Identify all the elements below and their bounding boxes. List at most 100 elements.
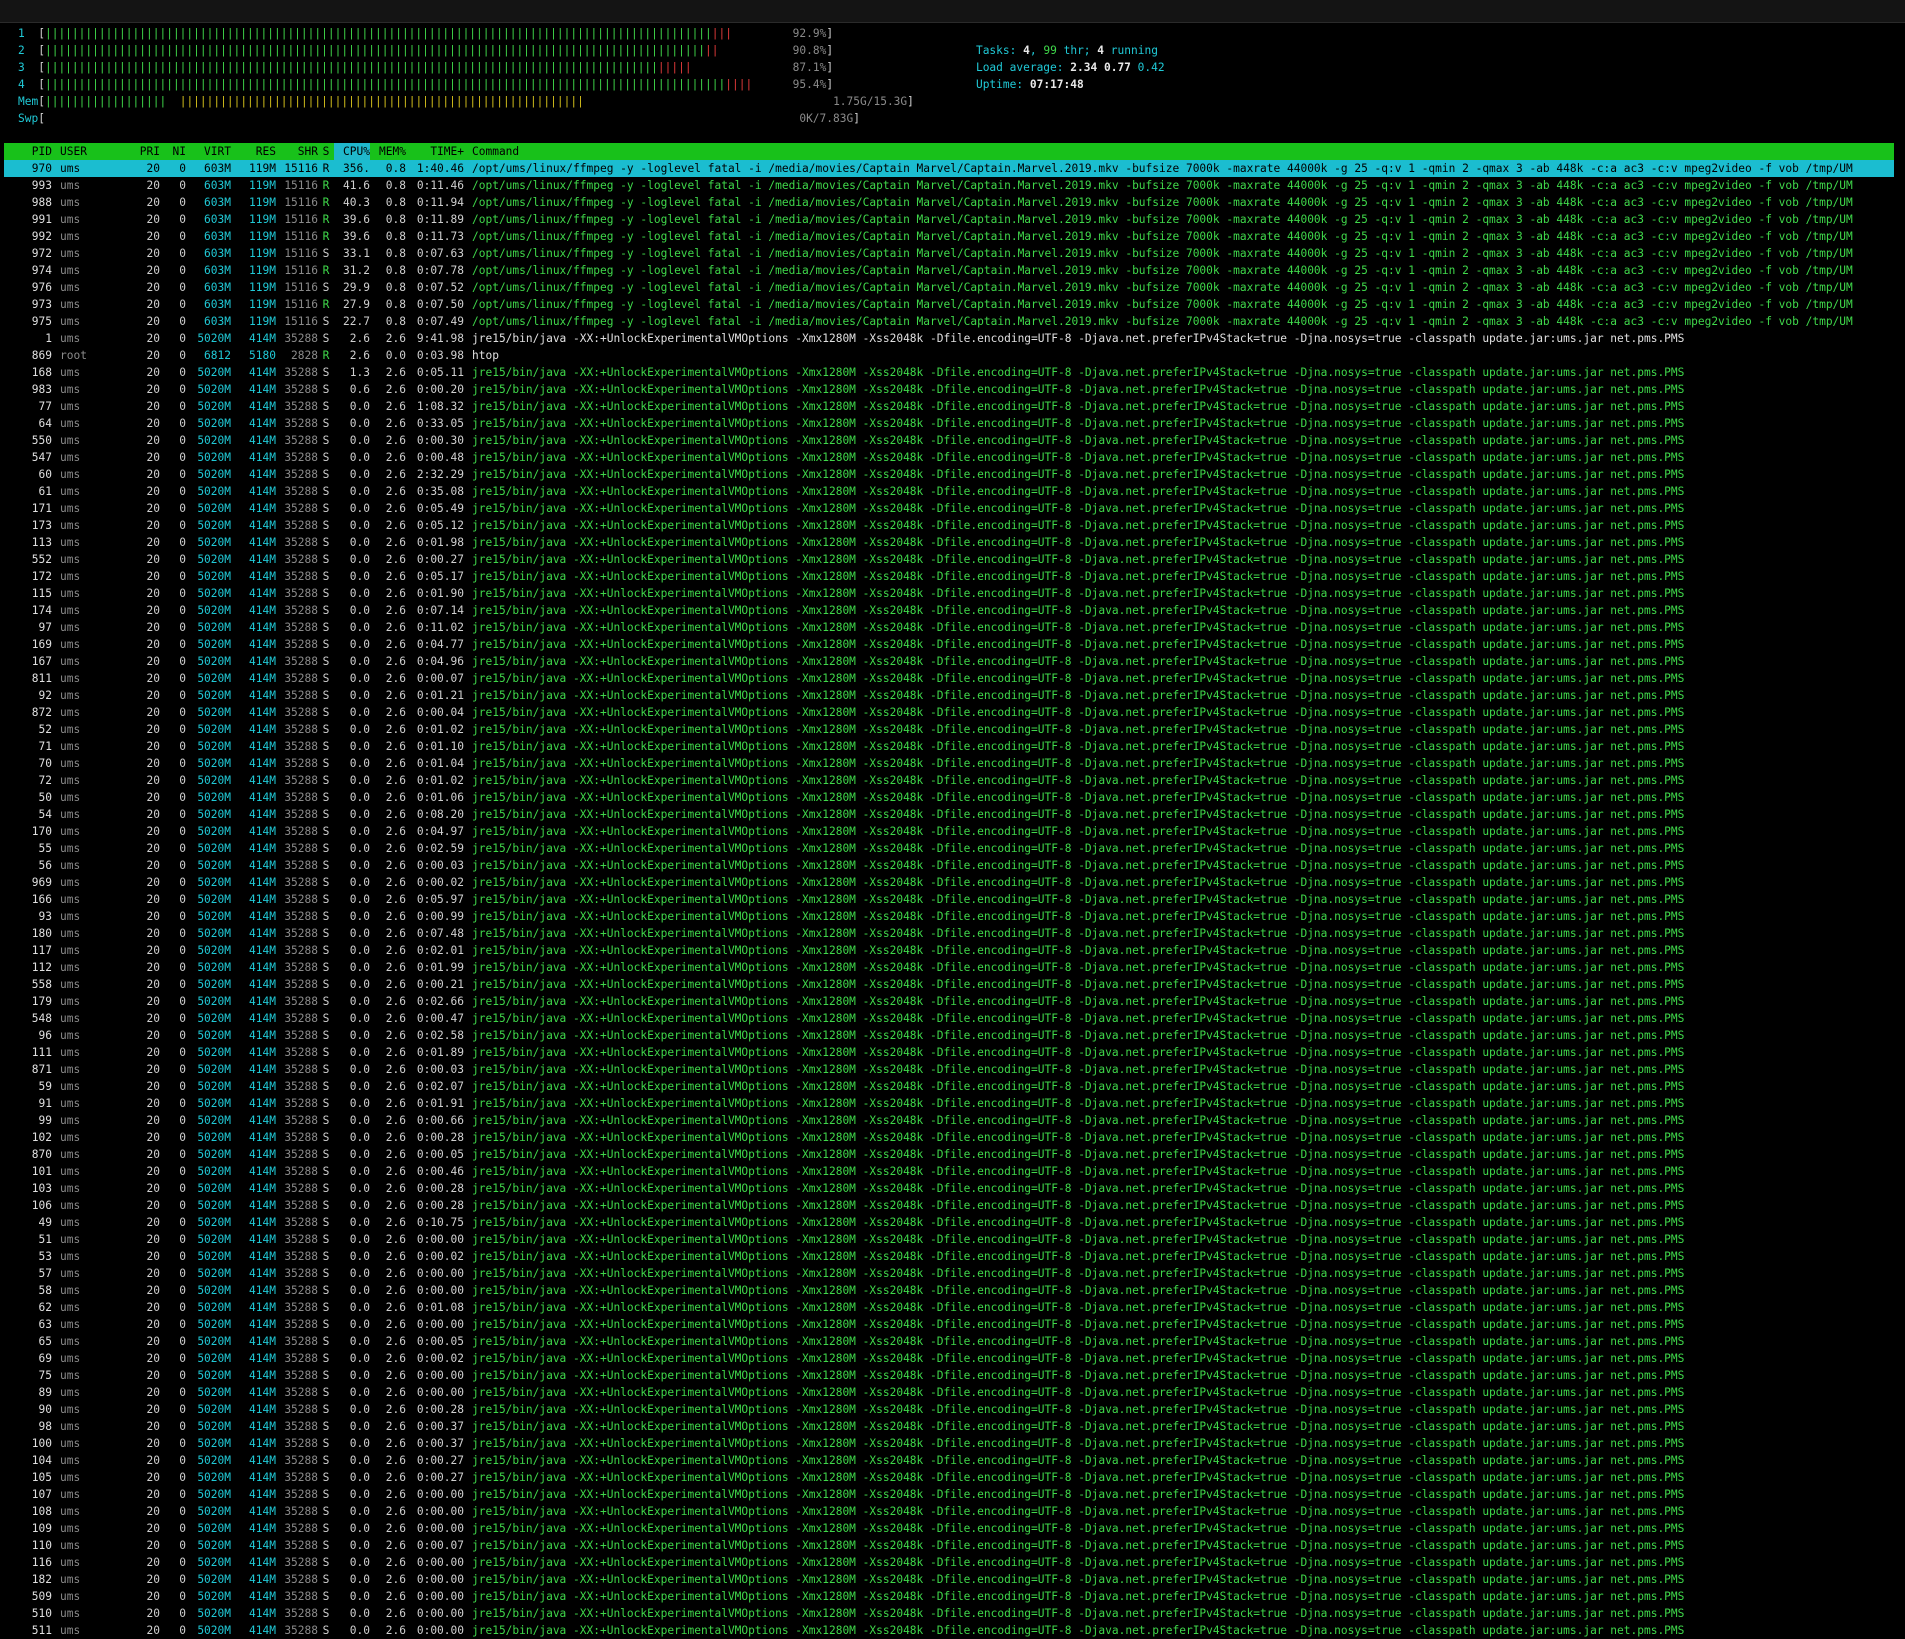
process-row[interactable]: 56 ums 20 0 5020M 414M 35288 S 0.0 2.6 0:00.03 jre1… [4, 857, 1894, 874]
col-pid[interactable]: PID [4, 143, 52, 160]
process-row[interactable]: 870 ums 20 0 5020M 414M 35288 S 0.0 2.6 0:00.05 jre… [4, 1146, 1894, 1163]
process-row[interactable]: 107 ums 20 0 5020M 414M 35288 S 0.0 2.6 0:00.00 jre… [4, 1486, 1894, 1503]
col-virt[interactable]: VIRT [186, 143, 231, 160]
process-row[interactable]: 112 ums 20 0 5020M 414M 35288 S 0.0 2.6 0:01.99 jre… [4, 959, 1894, 976]
process-row[interactable]: 101 ums 20 0 5020M 414M 35288 S 0.0 2.6 0:00.46 jre… [4, 1163, 1894, 1180]
process-row[interactable]: 811 ums 20 0 5020M 414M 35288 S 0.0 2.6 0:00.07 jre… [4, 670, 1894, 687]
process-row[interactable]: 168 ums 20 0 5020M 414M 35288 S 1.3 2.6 0:05.11 jre… [4, 364, 1894, 381]
col-user[interactable]: USER [52, 143, 130, 160]
process-row[interactable]: 993 ums 20 0 603M 119M 15116 R 41.6 0.8 0:11.46/op… [4, 177, 1894, 194]
process-row[interactable]: 117 ums 20 0 5020M 414M 35288 S 0.0 2.6 0:02.01 jre… [4, 942, 1894, 959]
col-ni[interactable]: NI [160, 143, 186, 160]
process-row[interactable]: 547 ums 20 0 5020M 414M 35288 S 0.0 2.6 0:00.48 jre… [4, 449, 1894, 466]
process-row[interactable]: 90 ums 20 0 5020M 414M 35288 S 0.0 2.6 0:00.28 jre1… [4, 1401, 1894, 1418]
process-row[interactable]: 108 ums 20 0 5020M 414M 35288 S 0.0 2.6 0:00.00 jre… [4, 1503, 1894, 1520]
col-state[interactable]: S [318, 143, 334, 160]
process-row[interactable]: 550 ums 20 0 5020M 414M 35288 S 0.0 2.6 0:00.30 jre… [4, 432, 1894, 449]
col-cpu-sorted[interactable]: CPU% [334, 143, 370, 160]
process-row[interactable]: 972 ums 20 0 603M 119M 15116 S 33.1 0.8 0:07.63/op… [4, 245, 1894, 262]
process-row[interactable]: 179 ums 20 0 5020M 414M 35288 S 0.0 2.6 0:02.66 jre… [4, 993, 1894, 1010]
process-row[interactable]: 53 ums 20 0 5020M 414M 35288 S 0.0 2.6 0:00.02 jre1… [4, 1248, 1894, 1265]
process-row[interactable]: 60 ums 20 0 5020M 414M 35288 S 0.0 2.6 2:32.29 jre1… [4, 466, 1894, 483]
col-time[interactable]: TIME+ [406, 143, 464, 160]
process-row[interactable]: 62 ums 20 0 5020M 414M 35288 S 0.0 2.6 0:01.08 jre1… [4, 1299, 1894, 1316]
process-row[interactable]: 69 ums 20 0 5020M 414M 35288 S 0.0 2.6 0:00.02 jre1… [4, 1350, 1894, 1367]
process-row[interactable]: 975 ums 20 0 603M 119M 15116 S 22.7 0.8 0:07.49/op… [4, 313, 1894, 330]
process-row[interactable]: 110 ums 20 0 5020M 414M 35288 S 0.0 2.6 0:00.07 jre… [4, 1537, 1894, 1554]
process-row[interactable]: 93 ums 20 0 5020M 414M 35288 S 0.0 2.6 0:00.99 jre1… [4, 908, 1894, 925]
process-row[interactable]: 869 root 20 0 6812 5180 2828 R 2.6 0.0 0:03.98 htop [4, 347, 1894, 364]
process-row[interactable]: 976 ums 20 0 603M 119M 15116 S 29.9 0.8 0:07.52/op… [4, 279, 1894, 296]
process-row[interactable]: 97 ums 20 0 5020M 414M 35288 S 0.0 2.6 0:11.02 jre1… [4, 619, 1894, 636]
process-row[interactable]: 171 ums 20 0 5020M 414M 35288 S 0.0 2.6 0:05.49 jre… [4, 500, 1894, 517]
process-row[interactable]: 111 ums 20 0 5020M 414M 35288 S 0.0 2.6 0:01.89 jre… [4, 1044, 1894, 1061]
col-pri[interactable]: PRI [130, 143, 160, 160]
process-row[interactable]: 116 ums 20 0 5020M 414M 35288 S 0.0 2.6 0:00.00 jre… [4, 1554, 1894, 1571]
process-row[interactable]: 64 ums 20 0 5020M 414M 35288 S 0.0 2.6 0:33.05 jre1… [4, 415, 1894, 432]
process-row[interactable]: 172 ums 20 0 5020M 414M 35288 S 0.0 2.6 0:05.17 jre… [4, 568, 1894, 585]
process-row-selected[interactable]: 970 ums 20 0 603M 119M 15116 R 356. 0.8 1:40.46/op… [4, 160, 1894, 177]
process-row[interactable]: 52 ums 20 0 5020M 414M 35288 S 0.0 2.6 0:01.02 jre1… [4, 721, 1894, 738]
process-row[interactable]: 51 ums 20 0 5020M 414M 35288 S 0.0 2.6 0:00.00 jre1… [4, 1231, 1894, 1248]
process-row[interactable]: 65 ums 20 0 5020M 414M 35288 S 0.0 2.6 0:00.05 jre1… [4, 1333, 1894, 1350]
col-mem[interactable]: MEM% [370, 143, 406, 160]
process-row[interactable]: 57 ums 20 0 5020M 414M 35288 S 0.0 2.6 0:00.00 jre1… [4, 1265, 1894, 1282]
process-row[interactable]: 54 ums 20 0 5020M 414M 35288 S 0.0 2.6 0:08.20 jre1… [4, 806, 1894, 823]
process-row[interactable]: 89 ums 20 0 5020M 414M 35288 S 0.0 2.6 0:00.00 jre1… [4, 1384, 1894, 1401]
process-row[interactable]: 91 ums 20 0 5020M 414M 35288 S 0.0 2.6 0:01.91 jre1… [4, 1095, 1894, 1112]
col-res[interactable]: RES [231, 143, 276, 160]
process-row[interactable]: 55 ums 20 0 5020M 414M 35288 S 0.0 2.6 0:02.59 jre1… [4, 840, 1894, 857]
process-row[interactable]: 102 ums 20 0 5020M 414M 35288 S 0.0 2.6 0:00.28 jre… [4, 1129, 1894, 1146]
process-row[interactable]: 973 ums 20 0 603M 119M 15116 R 27.9 0.8 0:07.50/op… [4, 296, 1894, 313]
process-row[interactable]: 174 ums 20 0 5020M 414M 35288 S 0.0 2.6 0:07.14 jre… [4, 602, 1894, 619]
process-row[interactable]: 992 ums 20 0 603M 119M 15116 R 39.6 0.8 0:11.73/op… [4, 228, 1894, 245]
process-row[interactable]: 99 ums 20 0 5020M 414M 35288 S 0.0 2.6 0:00.66 jre1… [4, 1112, 1894, 1129]
process-row[interactable]: 49 ums 20 0 5020M 414M 35288 S 0.0 2.6 0:10.75 jre1… [4, 1214, 1894, 1231]
process-row[interactable]: 75 ums 20 0 5020M 414M 35288 S 0.0 2.6 0:00.00 jre1… [4, 1367, 1894, 1384]
process-row[interactable]: 983 ums 20 0 5020M 414M 35288 S 0.6 2.6 0:00.20 jre… [4, 381, 1894, 398]
process-row[interactable]: 109 ums 20 0 5020M 414M 35288 S 0.0 2.6 0:00.00 jre… [4, 1520, 1894, 1537]
process-row[interactable]: 974 ums 20 0 603M 119M 15116 R 31.2 0.8 0:07.78/op… [4, 262, 1894, 279]
process-row[interactable]: 510 ums 20 0 5020M 414M 35288 S 0.0 2.6 0:00.00 jre… [4, 1605, 1894, 1622]
process-row[interactable]: 511 ums 20 0 5020M 414M 35288 S 0.0 2.6 0:00.00 jre… [4, 1622, 1894, 1639]
process-row[interactable]: 173 ums 20 0 5020M 414M 35288 S 0.0 2.6 0:05.12 jre… [4, 517, 1894, 534]
process-row[interactable]: 70 ums 20 0 5020M 414M 35288 S 0.0 2.6 0:01.04 jre1… [4, 755, 1894, 772]
process-row[interactable]: 872 ums 20 0 5020M 414M 35288 S 0.0 2.6 0:00.04 jre… [4, 704, 1894, 721]
process-row[interactable]: 71 ums 20 0 5020M 414M 35288 S 0.0 2.6 0:01.10 jre1… [4, 738, 1894, 755]
process-row[interactable]: 166 ums 20 0 5020M 414M 35288 S 0.0 2.6 0:05.97 jre… [4, 891, 1894, 908]
process-row[interactable]: 50 ums 20 0 5020M 414M 35288 S 0.0 2.6 0:01.06 jre1… [4, 789, 1894, 806]
process-row[interactable]: 548 ums 20 0 5020M 414M 35288 S 0.0 2.6 0:00.47 jre… [4, 1010, 1894, 1027]
process-table-header[interactable]: PID USER PRI NI VIRT RES SHR S CPU% MEM% TIME+ Comm… [4, 143, 1894, 160]
process-row[interactable]: 182 ums 20 0 5020M 414M 35288 S 0.0 2.6 0:00.00 jre… [4, 1571, 1894, 1588]
process-row[interactable]: 59 ums 20 0 5020M 414M 35288 S 0.0 2.6 0:02.07 jre1… [4, 1078, 1894, 1095]
process-row[interactable]: 115 ums 20 0 5020M 414M 35288 S 0.0 2.6 0:01.90 jre… [4, 585, 1894, 602]
process-row[interactable]: 180 ums 20 0 5020M 414M 35288 S 0.0 2.6 0:07.48 jre… [4, 925, 1894, 942]
process-row[interactable]: 72 ums 20 0 5020M 414M 35288 S 0.0 2.6 0:01.02 jre1… [4, 772, 1894, 789]
process-row[interactable]: 106 ums 20 0 5020M 414M 35288 S 0.0 2.6 0:00.28 jre… [4, 1197, 1894, 1214]
process-row[interactable]: 509 ums 20 0 5020M 414M 35288 S 0.0 2.6 0:00.00 jre… [4, 1588, 1894, 1605]
process-row[interactable]: 113 ums 20 0 5020M 414M 35288 S 0.0 2.6 0:01.98 jre… [4, 534, 1894, 551]
process-row[interactable]: 103 ums 20 0 5020M 414M 35288 S 0.0 2.6 0:00.28 jre… [4, 1180, 1894, 1197]
process-row[interactable]: 92 ums 20 0 5020M 414M 35288 S 0.0 2.6 0:01.21 jre1… [4, 687, 1894, 704]
process-row[interactable]: 988 ums 20 0 603M 119M 15116 R 40.3 0.8 0:11.94/op… [4, 194, 1894, 211]
process-row[interactable]: 61 ums 20 0 5020M 414M 35288 S 0.0 2.6 0:35.08 jre1… [4, 483, 1894, 500]
process-row[interactable]: 170 ums 20 0 5020M 414M 35288 S 0.0 2.6 0:04.97 jre… [4, 823, 1894, 840]
process-row[interactable]: 558 ums 20 0 5020M 414M 35288 S 0.0 2.6 0:00.21 jre… [4, 976, 1894, 993]
process-row[interactable]: 871 ums 20 0 5020M 414M 35288 S 0.0 2.6 0:00.03 jre… [4, 1061, 1894, 1078]
process-row[interactable]: 100 ums 20 0 5020M 414M 35288 S 0.0 2.6 0:00.37 jre… [4, 1435, 1894, 1452]
process-row[interactable]: 63 ums 20 0 5020M 414M 35288 S 0.0 2.6 0:00.00 jre1… [4, 1316, 1894, 1333]
process-row[interactable]: 58 ums 20 0 5020M 414M 35288 S 0.0 2.6 0:00.00 jre1… [4, 1282, 1894, 1299]
process-row[interactable]: 98 ums 20 0 5020M 414M 35288 S 0.0 2.6 0:00.37 jre1… [4, 1418, 1894, 1435]
process-row[interactable]: 105 ums 20 0 5020M 414M 35288 S 0.0 2.6 0:00.27 jre… [4, 1469, 1894, 1486]
process-row[interactable]: 77 ums 20 0 5020M 414M 35288 S 0.0 2.6 1:08.32 jre1… [4, 398, 1894, 415]
col-command[interactable]: Command [464, 143, 519, 160]
process-row[interactable]: 969 ums 20 0 5020M 414M 35288 S 0.0 2.6 0:00.02 jre… [4, 874, 1894, 891]
process-row[interactable]: 96 ums 20 0 5020M 414M 35288 S 0.0 2.6 0:02.58 jre1… [4, 1027, 1894, 1044]
col-shr[interactable]: SHR [276, 143, 318, 160]
process-row[interactable]: 1 ums 20 0 5020M 414M 35288 S 2.6 2.6 9:41.98 jre15… [4, 330, 1894, 347]
process-row[interactable]: 169 ums 20 0 5020M 414M 35288 S 0.0 2.6 0:04.77 jre… [4, 636, 1894, 653]
process-row[interactable]: 104 ums 20 0 5020M 414M 35288 S 0.0 2.6 0:00.27 jre… [4, 1452, 1894, 1469]
process-row[interactable]: 991 ums 20 0 603M 119M 15116 R 39.6 0.8 0:11.89/op… [4, 211, 1894, 228]
process-row[interactable]: 167 ums 20 0 5020M 414M 35288 S 0.0 2.6 0:04.96 jre… [4, 653, 1894, 670]
process-row[interactable]: 552 ums 20 0 5020M 414M 35288 S 0.0 2.6 0:00.27 jre… [4, 551, 1894, 568]
